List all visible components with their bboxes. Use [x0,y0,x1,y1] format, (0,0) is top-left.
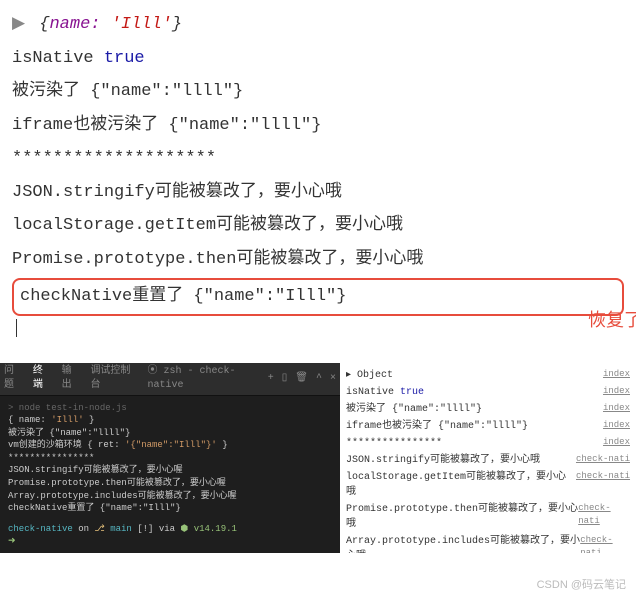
log-line-reset: checkNative重置了 {"name":"Illl"} [20,282,616,312]
devtools-row[interactable]: **************** index [346,435,630,452]
devtools-source-link[interactable]: check-nati [576,470,630,500]
bool-value: true [104,49,145,68]
log-line-object[interactable]: ▶ {name: 'Illl'} [12,8,624,42]
obj-key: name: [49,15,100,34]
devtools-row[interactable]: 被污染了 {"name":"llll"} index [346,401,630,418]
watermark-text: CSDN @码云笔记 [537,576,626,592]
devtools-msg: localStorage.getItem可能被篡改了，要小心哦 [346,470,576,500]
tab-problems[interactable]: 问题 [4,365,23,393]
input-cursor-line[interactable] [12,316,624,340]
shell-label: ⦿ zsh - check-native [148,365,260,393]
devtools-source-link[interactable]: index [603,368,630,383]
expand-icon[interactable]: ▶ [12,15,25,34]
prompt-arrow-icon[interactable]: ➜ [8,535,332,548]
devtools-msg: Array.prototype.includes可能被篡改了，要小心哦 [346,534,580,553]
obj-val: 'Illl' [111,15,172,34]
devtools-source-link[interactable]: check-nati [580,534,630,553]
devtools-msg: isNative true [346,385,424,400]
trash-icon[interactable]: 🗑 [295,372,308,386]
term-line: **************** [8,452,332,465]
add-icon[interactable]: + [268,372,274,386]
obj-brace: { [39,15,49,34]
terminal-tabs: 问题 终端 输出 调试控制台 ⦿ zsh - check-native + ▯ … [0,363,340,396]
devtools-msg: iframe也被污染了 {"name":"llll"} [346,419,528,434]
devtools-panel[interactable]: ▸ ObjectindexisNative trueindex被污染了 {"na… [340,363,636,553]
devtools-row[interactable]: localStorage.getItem可能被篡改了，要小心哦check-nat… [346,469,630,501]
devtools-source-link[interactable]: index [603,385,630,400]
term-line: checkNative重置了 {"name":"Illl"} [8,502,332,515]
obj-brace-close: } [172,15,182,34]
cursor-icon [16,319,17,337]
term-line: { name: 'Illl' } [8,414,332,427]
devtools-msg: ▸ Object [346,368,393,383]
tab-terminal[interactable]: 终端 [33,365,52,393]
devtools-row[interactable]: isNative true index [346,384,630,401]
devtools-source-link[interactable]: check-nati [578,502,630,532]
devtools-row[interactable]: JSON.stringify可能被篡改了，要小心哦 check-nati [346,452,630,469]
devtools-source-link[interactable]: check-nati [576,453,630,468]
devtools-source-link[interactable]: index [603,402,630,417]
highlight-annotation: checkNative重置了 {"name":"Illl"} 恢复了 [12,278,624,316]
log-line: localStorage.getItem可能被篡改了，要小心哦 [12,209,624,243]
devtools-msg: **************** [346,436,442,451]
split-icon[interactable]: ▯ [282,372,288,386]
log-line: JSON.stringify可能被篡改了，要小心哦 [12,176,624,210]
tab-output[interactable]: 输出 [62,365,81,393]
term-line: JSON.stringify可能被篡改了，要小心喔 [8,464,332,477]
devtools-msg: Promise.prototype.then可能被篡改了，要小心哦 [346,502,578,532]
tab-debug[interactable]: 调试控制台 [90,365,137,393]
term-line: > node test-in-node.js [8,402,332,415]
devtools-source-link[interactable]: index [603,436,630,451]
devtools-msg: 被污染了 {"name":"llll"} [346,402,482,417]
log-line: 被污染了 {"name":"llll"} [12,75,624,109]
devtools-row[interactable]: iframe也被污染了 {"name":"llll"} index [346,418,630,435]
devtools-row[interactable]: Array.prototype.includes可能被篡改了，要小心哦check… [346,533,630,553]
term-prompt: check-native on ⎇ main [!] via ⬢ v14.19.… [8,523,332,536]
term-line: Promise.prototype.then可能被篡改了，要小心喔 [8,477,332,490]
log-line-isnative: isNative true [12,42,624,76]
console-output: ▶ {name: 'Illl'} isNative true 被污染了 {"na… [0,0,636,348]
devtools-row[interactable]: ▸ Object index [346,367,630,384]
annotation-text: 恢复了 [588,306,636,332]
term-line: 被污染了 {"name":"llll"} [8,427,332,440]
terminal-panel[interactable]: 问题 终端 输出 调试控制台 ⦿ zsh - check-native + ▯ … [0,363,340,553]
log-line-sep: ******************** [12,142,624,176]
devtools-source-link[interactable]: index [603,419,630,434]
term-line: vm创建的沙箱环境 { ret: '{"name":"Illl"}' } [8,439,332,452]
log-line: iframe也被污染了 {"name":"llll"} [12,109,624,143]
devtools-row[interactable]: Promise.prototype.then可能被篡改了，要小心哦check-n… [346,501,630,533]
devtools-msg: JSON.stringify可能被篡改了，要小心哦 [346,453,540,468]
close-icon[interactable]: × [330,372,336,386]
terminal-body[interactable]: > node test-in-node.js { name: 'Illl' } … [0,396,340,555]
bottom-panels: 问题 终端 输出 调试控制台 ⦿ zsh - check-native + ▯ … [0,363,636,553]
log-line: Promise.prototype.then可能被篡改了，要小心哦 [12,243,624,277]
label-text: isNative [12,49,104,68]
term-line: Array.prototype.includes可能被篡改了，要小心喔 [8,490,332,503]
chevron-up-icon[interactable]: ^ [316,372,322,386]
